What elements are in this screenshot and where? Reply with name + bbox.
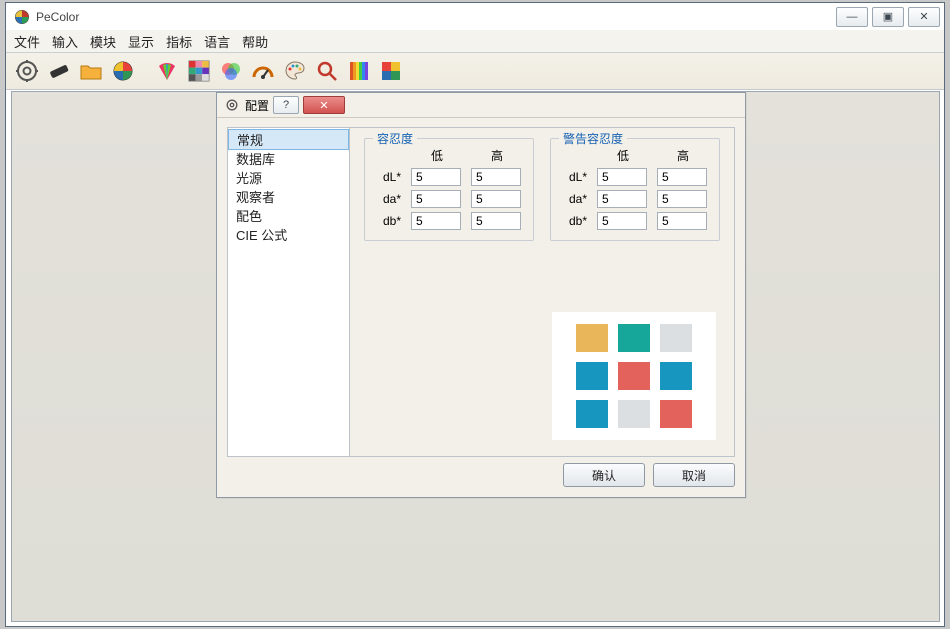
swatch-0 [576, 324, 608, 352]
swatch-8 [660, 400, 692, 428]
mosaic-icon[interactable] [378, 58, 404, 84]
warning-row-da-label: da* [561, 192, 589, 206]
swatch-3 [576, 362, 608, 390]
dialog-close-button[interactable]: ✕ [303, 96, 345, 114]
color-grid-icon[interactable] [186, 58, 212, 84]
minimize-button[interactable]: — [836, 7, 868, 27]
swatch-1 [618, 324, 650, 352]
warning-row-db-label: db* [561, 214, 589, 228]
eraser-icon[interactable] [46, 58, 72, 84]
dialog-title: 配置 [245, 97, 269, 114]
gauge-icon[interactable] [250, 58, 276, 84]
menu-file[interactable]: 文件 [14, 32, 40, 51]
menubar: 文件 输入 模块 显示 指标 语言 帮助 [6, 30, 944, 53]
swatch-6 [576, 400, 608, 428]
tolerance-title: 容忍度 [373, 130, 417, 147]
warning-tolerance-title: 警告容忍度 [559, 130, 627, 147]
warning-da-low[interactable] [597, 190, 647, 208]
app-window: PeColor — ▣ ✕ 文件 输入 模块 显示 指标 语言 帮助 [5, 2, 945, 627]
dialog-gear-icon [225, 98, 239, 112]
sidebar-item-general[interactable]: 常规 [228, 129, 349, 150]
settings-panel: 容忍度 低 高 dL* da* d [350, 128, 734, 456]
settings-gear-icon[interactable] [14, 58, 40, 84]
menu-help[interactable]: 帮助 [242, 32, 268, 51]
dialog-help-button[interactable]: ? [273, 96, 299, 114]
menu-module[interactable]: 模块 [90, 32, 116, 51]
ok-button[interactable]: 确认 [563, 463, 645, 487]
warning-dl-low[interactable] [597, 168, 647, 186]
warning-db-low[interactable] [597, 212, 647, 230]
warning-row-dl-label: dL* [561, 170, 589, 184]
dialog-titlebar: 配置 ? ✕ [217, 93, 745, 118]
tolerance-row-db-label: db* [375, 214, 403, 228]
settings-sidebar: 常规 数据库 光源 观察者 配色 CIE 公式 [228, 128, 350, 456]
warning-col-low: 低 [597, 147, 649, 164]
warning-dl-high[interactable] [657, 168, 707, 186]
tolerance-dl-low[interactable] [411, 168, 461, 186]
tolerance-col-high: 高 [471, 147, 523, 164]
sidebar-item-colormatch[interactable]: 配色 [228, 206, 349, 225]
menu-input[interactable]: 输入 [52, 32, 78, 51]
toolbar [6, 53, 944, 90]
tolerance-row-dl-label: dL* [375, 170, 403, 184]
settings-dialog: 配置 ? ✕ 常规 数据库 光源 观察者 配色 CIE 公式 容忍 [216, 92, 746, 498]
tolerance-db-low[interactable] [411, 212, 461, 230]
menu-language[interactable]: 语言 [204, 32, 230, 51]
tolerance-db-high[interactable] [471, 212, 521, 230]
main-titlebar: PeColor — ▣ ✕ [6, 3, 944, 30]
menu-display[interactable]: 显示 [128, 32, 154, 51]
menu-index[interactable]: 指标 [166, 32, 192, 51]
palette-icon[interactable] [282, 58, 308, 84]
app-title: PeColor [36, 10, 79, 24]
color-wheel-icon[interactable] [110, 58, 136, 84]
swatch-4 [618, 362, 650, 390]
swatch-2 [660, 324, 692, 352]
open-folder-icon[interactable] [78, 58, 104, 84]
tolerance-row-da-label: da* [375, 192, 403, 206]
tolerance-fieldset: 容忍度 低 高 dL* da* d [364, 138, 534, 241]
venn-icon[interactable] [218, 58, 244, 84]
sidebar-item-observer[interactable]: 观察者 [228, 187, 349, 206]
swatch-7 [618, 400, 650, 428]
close-button[interactable]: ✕ [908, 7, 940, 27]
app-icon [14, 9, 30, 25]
spectrum-icon[interactable] [346, 58, 372, 84]
tolerance-da-high[interactable] [471, 190, 521, 208]
sidebar-item-database[interactable]: 数据库 [228, 149, 349, 168]
maximize-button[interactable]: ▣ [872, 7, 904, 27]
cancel-button[interactable]: 取消 [653, 463, 735, 487]
warning-da-high[interactable] [657, 190, 707, 208]
swatch-5 [660, 362, 692, 390]
color-swatches-preview [552, 312, 716, 440]
fan-chart-icon[interactable] [154, 58, 180, 84]
warning-tolerance-fieldset: 警告容忍度 低 高 dL* da* [550, 138, 720, 241]
client-area: 配置 ? ✕ 常规 数据库 光源 观察者 配色 CIE 公式 容忍 [11, 91, 940, 622]
search-icon[interactable] [314, 58, 340, 84]
warning-col-high: 高 [657, 147, 709, 164]
tolerance-dl-high[interactable] [471, 168, 521, 186]
tolerance-da-low[interactable] [411, 190, 461, 208]
sidebar-item-cie[interactable]: CIE 公式 [228, 225, 349, 244]
tolerance-col-low: 低 [411, 147, 463, 164]
warning-db-high[interactable] [657, 212, 707, 230]
sidebar-item-illuminant[interactable]: 光源 [228, 168, 349, 187]
